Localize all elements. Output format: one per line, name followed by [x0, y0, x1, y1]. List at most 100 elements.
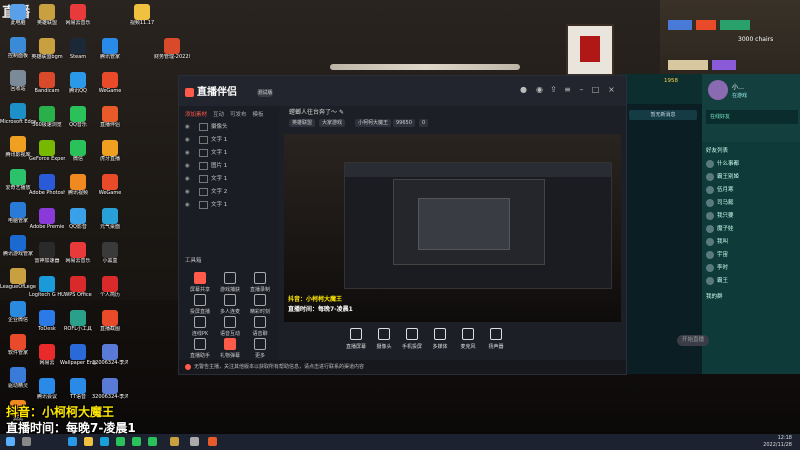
action-button[interactable]: 多媒体 — [429, 328, 451, 350]
desktop-icon[interactable]: 个人简历 — [92, 276, 128, 298]
tag-game[interactable]: 英雄联盟 — [289, 119, 316, 127]
tag-partition[interactable]: 大家游戏 — [319, 119, 346, 127]
desktop-icon[interactable]: 元气桌面 — [92, 208, 128, 230]
desktop-icon[interactable]: 虎牙直播 — [92, 140, 128, 162]
source-layer[interactable]: ◉ 文字 1 — [185, 174, 275, 185]
friend-item[interactable]: 什么事都 — [706, 158, 796, 170]
start-icon[interactable] — [6, 437, 15, 446]
desktop-icon[interactable]: QQ影音 — [60, 208, 96, 230]
group2-header[interactable]: 我的群 — [706, 292, 723, 300]
desktop-icon[interactable]: WeGame — [92, 174, 128, 196]
friend-item[interactable]: 李时 — [706, 262, 796, 274]
edit-title-icon[interactable]: ✎ — [339, 109, 344, 116]
visibility-icon[interactable]: ◉ — [185, 187, 193, 198]
desktop-icon[interactable]: 网易云音乐 — [60, 4, 96, 26]
action-button[interactable]: 摄像头 — [373, 328, 395, 350]
source-tab[interactable]: 可发布 — [230, 112, 247, 118]
visibility-icon[interactable]: ◉ — [185, 135, 193, 146]
taskbar-livecompanion-icon[interactable] — [208, 437, 217, 446]
action-button[interactable]: 手机投屏 — [401, 328, 423, 350]
desktop-icon[interactable]: 视频11.17 — [124, 4, 160, 26]
tool-button[interactable]: 语音聊 — [249, 316, 271, 337]
desktop-icon[interactable]: TT语音 — [60, 378, 96, 400]
desktop-icon[interactable]: WeGame — [92, 72, 128, 94]
desktop-icon[interactable]: 32006324-李鸿.. — [92, 378, 128, 400]
desktop-icon[interactable]: 32006324-李鸿.. — [92, 344, 128, 366]
desktop-icon[interactable]: QQ音乐 — [60, 106, 96, 128]
maximize-icon[interactable]: □ — [591, 85, 600, 94]
friend-item[interactable]: 伍月寒 — [706, 184, 796, 196]
friend-item[interactable]: 司马懿 — [706, 197, 796, 209]
source-tab[interactable]: 模板 — [253, 112, 264, 118]
desktop-icon[interactable]: 腾讯视频 — [60, 174, 96, 196]
desktop-icon[interactable]: 财务管理-2022年8.. — [154, 38, 190, 60]
share-icon[interactable]: ⇪ — [549, 85, 558, 94]
tool-button[interactable]: 语音互动 — [219, 316, 241, 337]
minimize-icon[interactable]: – — [577, 85, 586, 94]
menu-icon[interactable]: ≡ — [563, 85, 572, 94]
source-tab[interactable]: 互动 — [213, 112, 224, 118]
visibility-icon[interactable]: ◉ — [185, 122, 193, 133]
action-button[interactable]: 扬声器 — [485, 328, 507, 350]
desktop-icon[interactable]: 直播伴侣 — [92, 106, 128, 128]
visibility-icon[interactable]: ◉ — [185, 161, 193, 172]
desktop-icon[interactable]: Wallpaper Engine — [60, 344, 96, 366]
tool-button[interactable]: 连线PK — [189, 316, 211, 337]
desktop-icon[interactable]: 直播截图 — [92, 310, 128, 332]
friend-item[interactable]: 宇宙 — [706, 249, 796, 261]
taskbar-lol-icon[interactable] — [170, 437, 179, 446]
stream-title[interactable]: 螳螂人往台奔了～ ✎ — [289, 107, 344, 116]
record-icon[interactable]: ◉ — [535, 85, 544, 94]
user-status[interactable]: 在游戏 — [732, 92, 747, 99]
tool-button[interactable]: 多人连麦 — [219, 294, 241, 315]
desktop-icon[interactable]: ROFL小工具 — [60, 310, 96, 332]
source-layer[interactable]: ◉ 文字 2 — [185, 187, 275, 198]
friend-item[interactable]: 魔子娃 — [706, 223, 796, 235]
taskbar-wechat-icon[interactable] — [132, 437, 141, 446]
action-button[interactable]: 直播屏幕 — [345, 328, 367, 350]
close-icon[interactable]: × — [607, 85, 616, 94]
desktop-icon[interactable]: WPS Office — [60, 276, 96, 298]
tool-button[interactable]: 直播录制 — [249, 272, 271, 293]
source-layer[interactable]: ◉ 摄像头 — [185, 122, 275, 133]
tool-button[interactable]: 礼物弹幕 — [219, 338, 241, 359]
source-layer[interactable]: ◉ 文字 1 — [185, 135, 275, 146]
desktop-icon[interactable]: 网易云音乐 — [60, 242, 96, 264]
visibility-icon[interactable]: ◉ — [185, 200, 193, 211]
tool-button[interactable]: 更多 — [249, 338, 271, 359]
visibility-icon[interactable]: ◉ — [185, 148, 193, 159]
tool-button[interactable]: 游戏捕获 — [219, 272, 241, 293]
friend-item[interactable]: 我只要 — [706, 210, 796, 222]
friend-item[interactable]: 霸王 — [706, 275, 796, 287]
avatar[interactable] — [708, 80, 728, 100]
taskbar-misc-icon[interactable] — [190, 437, 199, 446]
search-icon[interactable] — [22, 437, 31, 446]
source-layer[interactable]: ◉ 文字 1 — [185, 200, 275, 211]
visibility-icon[interactable]: ◉ — [185, 174, 193, 185]
tool-button[interactable]: 直播助手 — [189, 338, 211, 359]
friend-item[interactable]: 霸王别姬 — [706, 171, 796, 183]
taskbar-store-icon[interactable] — [100, 437, 109, 446]
tool-button[interactable]: 屏幕共享 — [189, 272, 211, 293]
tool-button[interactable]: 精彩时刻 — [249, 294, 271, 315]
taskbar-chat-icon[interactable] — [148, 437, 157, 446]
action-button[interactable]: 麦克风 — [457, 328, 479, 350]
client-notice[interactable]: 暂无新消息 — [629, 110, 697, 120]
notification-icon[interactable]: ● — [519, 85, 528, 94]
desktop-icon[interactable]: 微信 — [60, 140, 96, 162]
taskbar-edge-icon[interactable] — [68, 437, 77, 446]
group-online[interactable]: 在线好友 — [706, 110, 798, 124]
desktop-icon[interactable]: 小黑盒 — [92, 242, 128, 264]
desktop-icon[interactable]: 腾讯QQ — [60, 72, 96, 94]
source-tab[interactable]: 添加素材 — [185, 112, 207, 118]
tool-button[interactable]: 投屏直播 — [189, 294, 211, 315]
desktop-icon[interactable]: 腾讯管家 — [92, 38, 128, 60]
friend-item[interactable]: 我叫 — [706, 236, 796, 248]
stream-preview[interactable]: 抖音：小柯柯大魔王 直播时间：每晚7-凌晨1 — [284, 134, 621, 324]
system-clock[interactable]: 12:18 2022/11/28 — [763, 435, 792, 449]
source-layer[interactable]: ◉ 图片 1 — [185, 161, 275, 172]
desktop-icon[interactable]: Steam — [60, 38, 96, 60]
source-layer[interactable]: ◉ 文字 1 — [185, 148, 275, 159]
taskbar-folder-icon[interactable] — [84, 437, 93, 446]
taskbar-360-icon[interactable] — [116, 437, 125, 446]
